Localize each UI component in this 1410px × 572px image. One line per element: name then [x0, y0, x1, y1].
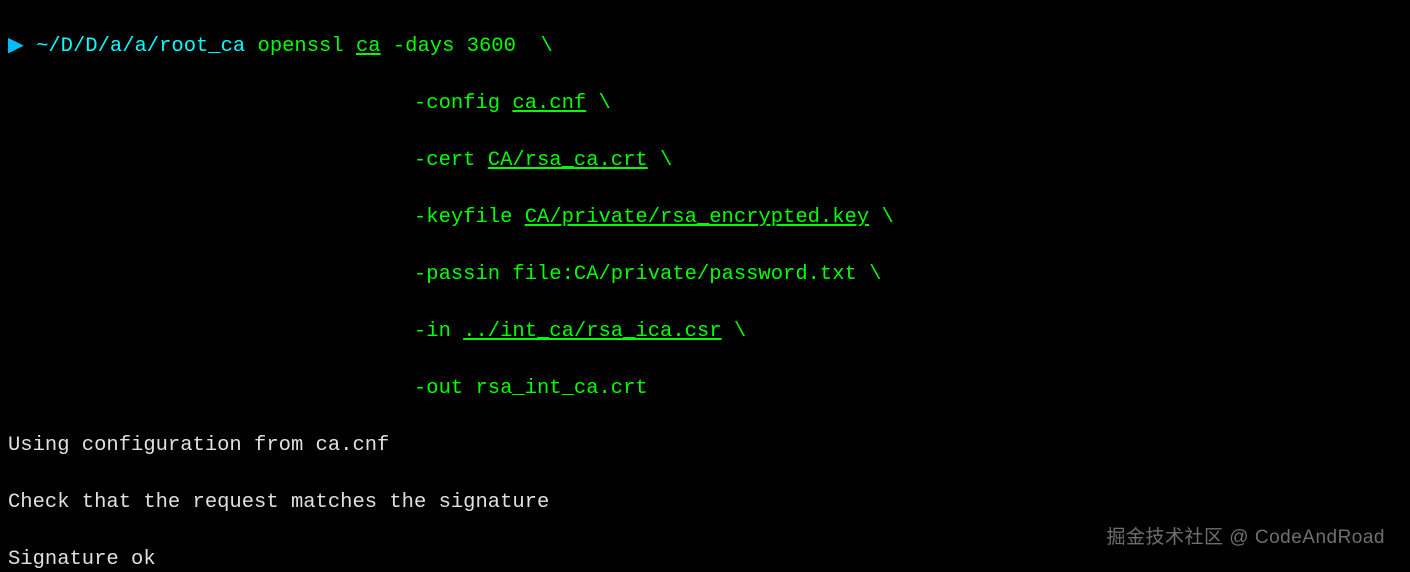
command-arg-config: -config: [414, 92, 512, 115]
command-indent: [8, 261, 414, 290]
watermark-text: 掘金技术社区 @ CodeAndRoad: [1107, 524, 1386, 553]
command-arg-in: -in: [414, 320, 463, 343]
command-line-2[interactable]: -config ca.cnf \: [8, 90, 1402, 119]
command-line-3[interactable]: -cert CA/rsa_ca.crt \: [8, 147, 1402, 176]
command-arg-out: -out rsa_int_ca.crt: [414, 377, 648, 400]
command-continuation: \: [869, 206, 894, 229]
command-arg-passin: -passin file:CA/private/password.txt \: [414, 263, 881, 286]
command-openssl: openssl: [258, 35, 344, 58]
command-arg-config-file: ca.cnf: [512, 92, 586, 115]
prompt-path: ~/D/D/a/a/root_ca: [36, 35, 245, 58]
command-continuation: \: [722, 320, 747, 343]
command-indent: [8, 375, 414, 404]
command-line-7[interactable]: -out rsa_int_ca.crt: [8, 375, 1402, 404]
command-continuation: \: [586, 92, 611, 115]
output-line: Check that the request matches the signa…: [8, 489, 1402, 518]
command-indent: [8, 204, 414, 233]
output-line: Using configuration from ca.cnf: [8, 432, 1402, 461]
command-arg-ca: ca: [356, 35, 381, 58]
command-indent: [8, 90, 414, 119]
command-arg-days: -days 3600 \: [381, 35, 553, 58]
command-arg-keyfile: -keyfile: [414, 206, 525, 229]
command-indent: [8, 318, 414, 347]
command-arg-keyfile-path: CA/private/rsa_encrypted.key: [525, 206, 869, 229]
command-indent: [8, 147, 414, 176]
command-continuation: \: [648, 149, 673, 172]
command-line-4[interactable]: -keyfile CA/private/rsa_encrypted.key \: [8, 204, 1402, 233]
command-arg-cert: -cert: [414, 149, 488, 172]
command-arg-cert-file: CA/rsa_ca.crt: [488, 149, 648, 172]
terminal-window[interactable]: ▶ ~/D/D/a/a/root_ca openssl ca -days 360…: [0, 0, 1410, 572]
command-line-1[interactable]: ▶ ~/D/D/a/a/root_ca openssl ca -days 360…: [8, 33, 1402, 62]
command-line-5[interactable]: -passin file:CA/private/password.txt \: [8, 261, 1402, 290]
command-arg-in-file: ../int_ca/rsa_ica.csr: [463, 320, 721, 343]
prompt-arrow-icon: ▶: [8, 35, 24, 58]
command-line-6[interactable]: -in ../int_ca/rsa_ica.csr \: [8, 318, 1402, 347]
